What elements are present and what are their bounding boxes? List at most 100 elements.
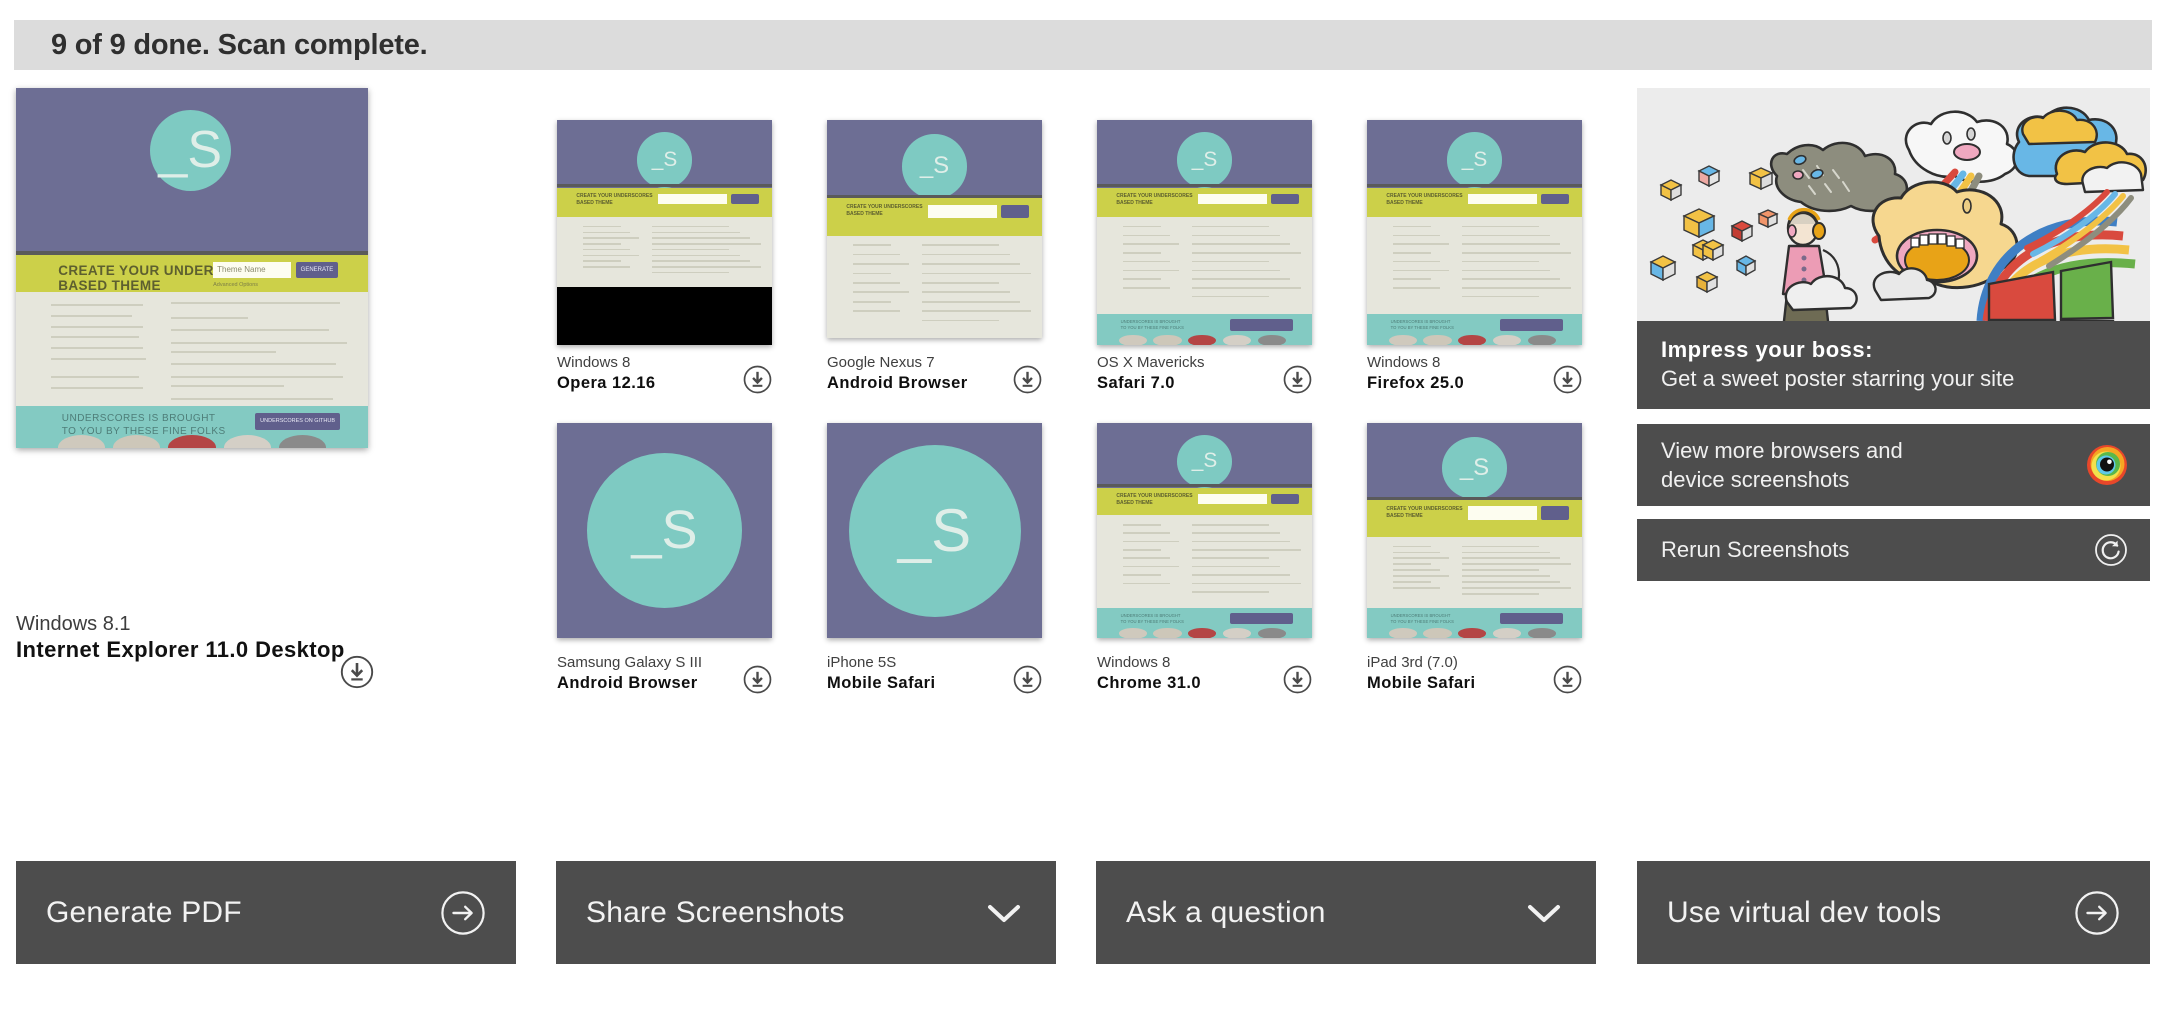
featured-os-label: Windows 8.1 xyxy=(16,613,131,635)
preview-band-title-2: BASED THEME xyxy=(1386,200,1423,207)
poster-cta[interactable]: Impress your boss: Get a sweet poster st… xyxy=(1637,321,2150,409)
thumbnail-browser-label: Firefox 25.0 xyxy=(1367,373,1465,392)
preview-band-title-2: BASED THEME xyxy=(1116,200,1153,207)
preview-band-title-1: CREATE YOUR UNDERSCORES xyxy=(1116,193,1193,200)
featured-screenshot-card[interactable]: _S CREATE YOUR UNDERSCORES BASED THEME T… xyxy=(16,88,368,448)
generate-pdf-button[interactable]: Generate PDF xyxy=(16,861,516,964)
preview-band-title-1: CREATE YOUR UNDERSCORES xyxy=(1386,505,1463,512)
thumbnail-image[interactable]: _S xyxy=(827,423,1042,638)
rerun-screenshots-button[interactable]: Rerun Screenshots xyxy=(1637,519,2150,581)
status-text: 9 of 9 done. Scan complete. xyxy=(51,28,428,61)
thumbnail-download-button[interactable] xyxy=(1283,665,1312,694)
thumbnail-browser-label: Mobile Safari xyxy=(1367,673,1476,692)
featured-browser-label: Internet Explorer 11.0 Desktop xyxy=(16,637,345,663)
site-preview-opera: _S CREATE YOUR UNDERSCORES BASED THEME xyxy=(557,120,772,345)
preview-theme-name-input xyxy=(658,193,727,205)
thumbnail-download-button[interactable] xyxy=(743,665,772,694)
thumbnail-download-button[interactable] xyxy=(743,365,772,394)
poster-preview[interactable] xyxy=(1637,88,2150,321)
thumbnail-image[interactable]: _S CREATE YOUR UNDERSCORES BASED THEME U… xyxy=(1367,120,1582,345)
chevron-down-icon xyxy=(988,904,1020,922)
preview-footer-line-2: TO YOU BY THESE FINE FOLKS xyxy=(1390,618,1454,624)
preview-github-button xyxy=(1230,613,1293,625)
thumbnail-browser-label: Safari 7.0 xyxy=(1097,373,1175,392)
site-preview-safari: _S CREATE YOUR UNDERSCORES BASED THEME U… xyxy=(1097,120,1312,345)
underscores-logo-text: _S xyxy=(631,500,698,561)
download-icon xyxy=(743,665,772,694)
thumbnail-download-button[interactable] xyxy=(1553,665,1582,694)
thumbnail-browser-label: Android Browser xyxy=(827,373,968,392)
thumbnail-image[interactable]: _S CREATE YOUR UNDERSCORES BASED THEME U… xyxy=(1097,120,1312,345)
underscores-logo-text: _S xyxy=(1191,449,1218,473)
browser-eye-icon xyxy=(2087,445,2127,485)
thumbnail-download-button[interactable] xyxy=(1283,365,1312,394)
featured-download-button[interactable] xyxy=(340,655,374,689)
preview-generate-button xyxy=(1541,193,1570,205)
thumbnail-meta: Samsung Galaxy S III Android Browser xyxy=(557,650,772,694)
site-preview-iphone: _S xyxy=(827,423,1042,638)
thumbnail-meta: Windows 8 Chrome 31.0 xyxy=(1097,650,1312,694)
thumbnail-download-button[interactable] xyxy=(1553,365,1582,394)
preview-band-title-1: CREATE YOUR UNDERSCORES xyxy=(1386,193,1463,200)
preview-theme-name-input xyxy=(1468,193,1537,205)
use-virtual-dev-tools-button[interactable]: Use virtual dev tools xyxy=(1637,861,2150,964)
underscores-logo-text: _S xyxy=(897,497,972,564)
thumbnail-os-label: Windows 8 xyxy=(1367,354,1441,371)
thumbnail-image[interactable]: _S CREATE YOUR UNDERSCORES BASED THEME xyxy=(827,120,1042,338)
thumbnail-card[interactable]: _S CREATE YOUR UNDERSCORES BASED THEME U… xyxy=(1367,120,1582,394)
poster-illustration xyxy=(1637,88,2150,321)
download-icon xyxy=(1013,665,1042,694)
thumbnail-card[interactable]: _S CREATE YOUR UNDERSCORES BASED THEME U… xyxy=(1097,423,1312,694)
site-preview-chrome: _S CREATE YOUR UNDERSCORES BASED THEME U… xyxy=(1097,423,1312,638)
preview-github-button xyxy=(1230,319,1293,331)
thumbnail-meta: Google Nexus 7 Android Browser xyxy=(827,350,1042,394)
preview-github-button xyxy=(1500,613,1563,625)
thumbnail-meta: Windows 8 Firefox 25.0 xyxy=(1367,350,1582,394)
view-more-browsers-button[interactable]: View more browsers and device screenshot… xyxy=(1637,424,2150,506)
underscores-logo-text: _S xyxy=(1459,453,1490,481)
thumbnail-meta: OS X Mavericks Safari 7.0 xyxy=(1097,350,1312,394)
thumbnail-download-button[interactable] xyxy=(1013,665,1042,694)
thumbnail-card[interactable]: _S CREATE YOUR UNDERSCORES BASED THEME xyxy=(557,120,772,394)
preview-footer-line-1: UNDERSCORES IS BROUGHT xyxy=(61,413,216,424)
featured-label: Windows 8.1 Internet Explorer 11.0 Deskt… xyxy=(16,612,356,664)
thumbnail-image[interactable]: _S CREATE YOUR UNDERSCORES BASED THEME xyxy=(557,120,772,345)
underscores-logo-text: _S xyxy=(1191,148,1218,172)
thumbnail-os-label: iPhone 5S xyxy=(827,654,897,671)
thumbnail-card[interactable]: _S CREATE YOUR UNDERSCORES BASED THEME U… xyxy=(1097,120,1312,394)
preview-band-title-1: CREATE YOUR UNDERSCORES xyxy=(846,204,923,211)
ask-a-question-button[interactable]: Ask a question xyxy=(1096,861,1596,964)
thumbnail-image[interactable]: _S xyxy=(557,423,772,638)
poster-subline: Get a sweet poster starring your site xyxy=(1661,366,2015,391)
thumbnail-download-button[interactable] xyxy=(1013,365,1042,394)
site-preview-galaxy: _S xyxy=(557,423,772,638)
poster-headline: Impress your boss: xyxy=(1661,337,1873,363)
preview-footer-line-1: UNDERSCORES IS BROUGHT xyxy=(1390,318,1451,324)
preview-github-button xyxy=(1500,319,1563,331)
thumbnail-card[interactable]: _S Samsung Galaxy S III Android Browser xyxy=(557,423,772,694)
preview-footer-line-2: TO YOU BY THESE FINE FOLKS xyxy=(1120,618,1184,624)
preview-band-title-2: BASED THEME xyxy=(576,200,613,207)
rerun-screenshots-label: Rerun Screenshots xyxy=(1661,537,1850,563)
download-icon xyxy=(743,365,772,394)
preview-footer-line-2: TO YOU BY THESE FINE FOLKS xyxy=(1120,324,1184,330)
preview-generate-button xyxy=(1541,506,1570,520)
thumbnail-card[interactable]: _S CREATE YOUR UNDERSCORES BASED THEME xyxy=(827,120,1042,394)
preview-github-button: UNDERSCORES ON GITHUB xyxy=(255,412,340,430)
generate-pdf-label: Generate PDF xyxy=(46,895,242,929)
thumbnail-image[interactable]: _S CREATE YOUR UNDERSCORES BASED THEME U… xyxy=(1367,423,1582,638)
thumbnail-browser-label: Opera 12.16 xyxy=(557,373,656,392)
download-icon xyxy=(1013,365,1042,394)
thumbnail-image[interactable]: _S CREATE YOUR UNDERSCORES BASED THEME U… xyxy=(1097,423,1312,638)
preview-theme-name-input xyxy=(1198,493,1267,504)
share-screenshots-button[interactable]: Share Screenshots xyxy=(556,861,1056,964)
view-more-browsers-label-2: device screenshots xyxy=(1661,467,1850,492)
preview-band-title-2: BASED THEME xyxy=(846,210,883,217)
rerun-icon xyxy=(2095,534,2127,566)
preview-generate-button xyxy=(731,193,760,205)
thumbnail-card[interactable]: _S iPhone 5S Mobile Safari xyxy=(827,423,1042,694)
download-icon xyxy=(1553,365,1582,394)
arrow-right-circle-icon xyxy=(2075,890,2119,935)
underscores-logo-text: _S xyxy=(1461,148,1488,172)
thumbnail-card[interactable]: _S CREATE YOUR UNDERSCORES BASED THEME U… xyxy=(1367,423,1582,694)
